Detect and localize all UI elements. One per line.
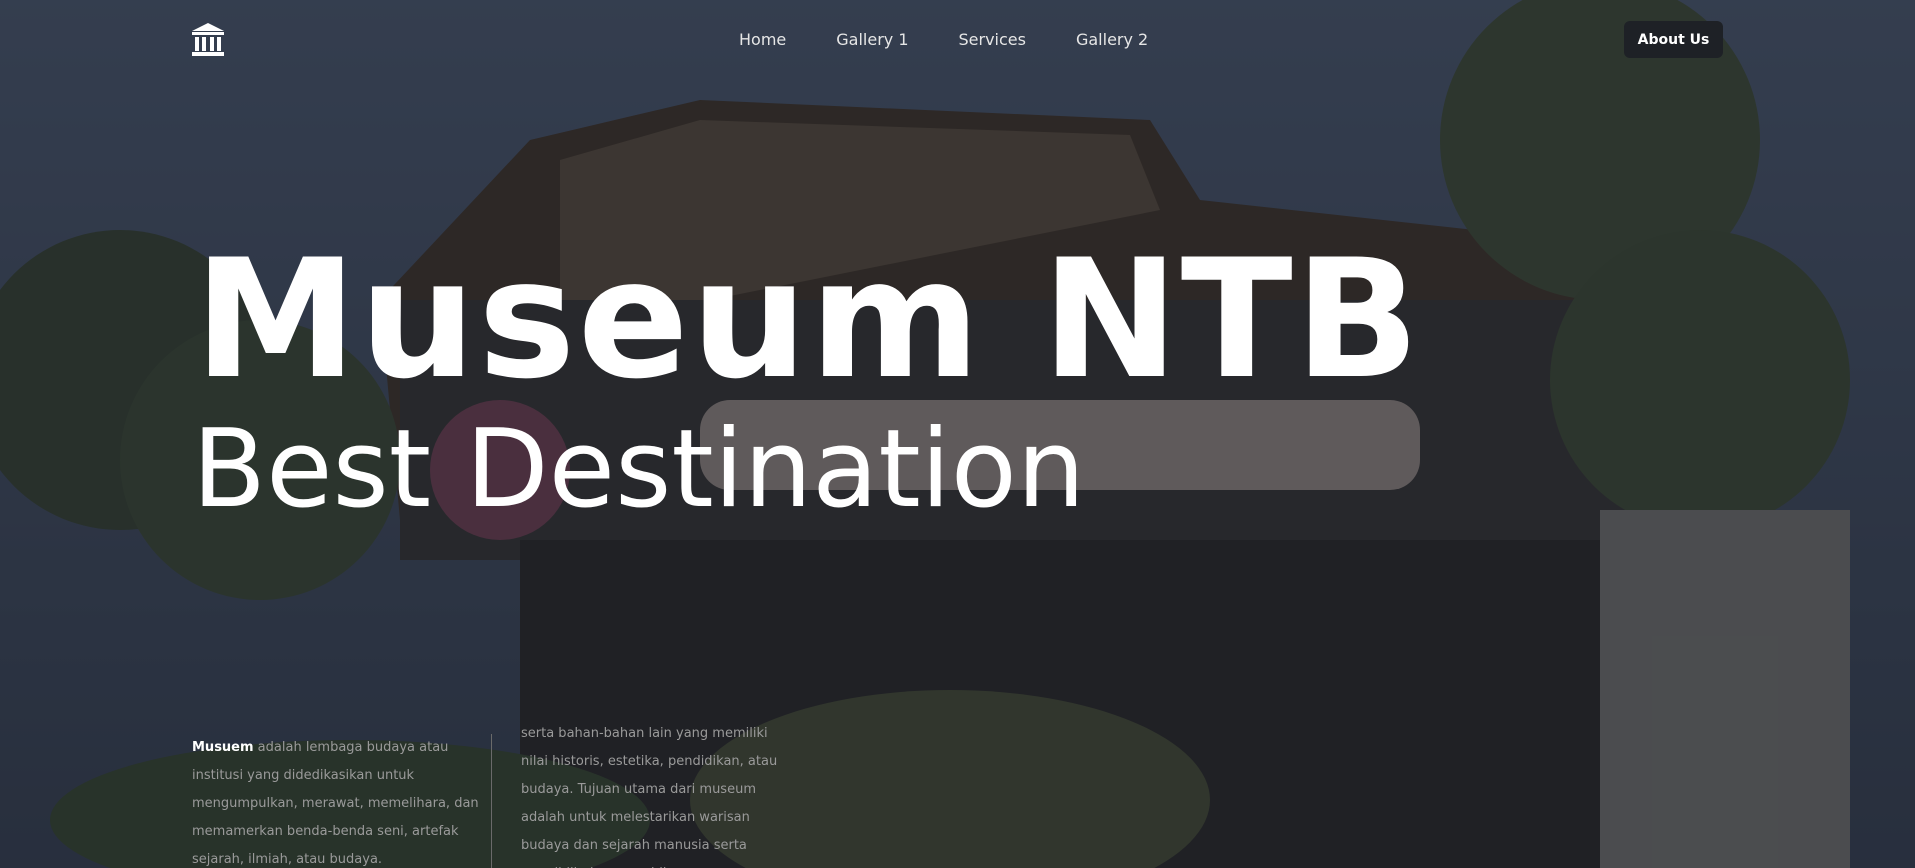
- museum-building-icon[interactable]: [190, 22, 226, 58]
- about-us-button[interactable]: About Us: [1624, 21, 1723, 58]
- hero-section: Home Gallery 1 Services Gallery 2 About …: [0, 0, 1915, 868]
- nav-gallery-1[interactable]: Gallery 1: [836, 30, 908, 49]
- nav-gallery-2[interactable]: Gallery 2: [1076, 30, 1148, 49]
- nav-home[interactable]: Home: [739, 30, 786, 49]
- site-header: Home Gallery 1 Services Gallery 2 About …: [0, 0, 1915, 80]
- hero-title: Museum NTB: [194, 224, 1422, 415]
- description-left-text: adalah lembaga budaya atau institusi yan…: [192, 740, 479, 867]
- description-left: Musuem adalah lembaga budaya atau instit…: [192, 734, 487, 868]
- main-nav: Home Gallery 1 Services Gallery 2: [739, 30, 1198, 49]
- description-right: serta bahan-bahan lain yang memiliki nil…: [521, 726, 778, 868]
- nav-services[interactable]: Services: [959, 30, 1026, 49]
- description-bold-term: Musuem: [192, 740, 254, 755]
- hero-subtitle: Best Destination: [192, 407, 1086, 532]
- column-divider: [491, 734, 492, 868]
